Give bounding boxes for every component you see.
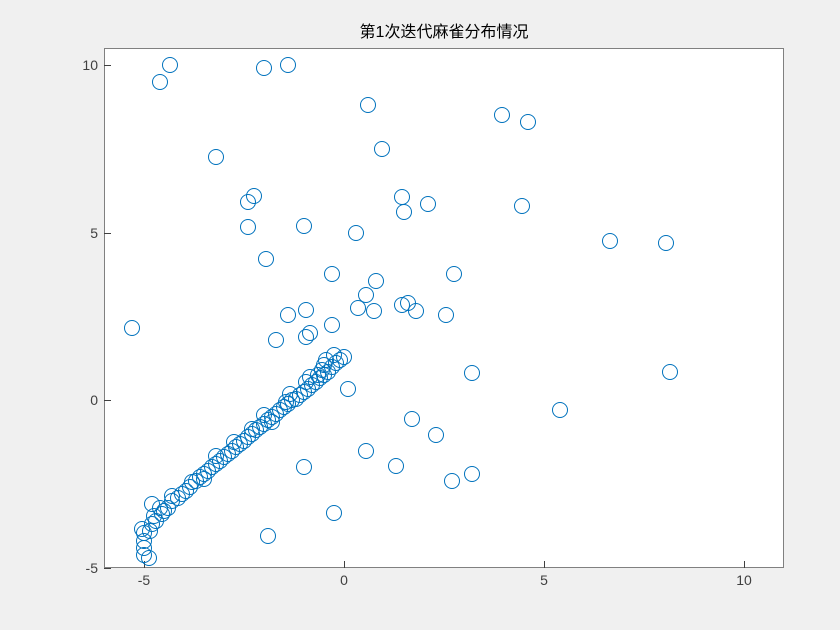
y-tick-label: 5 xyxy=(90,225,98,241)
scatter-point xyxy=(408,303,424,319)
scatter-point xyxy=(280,307,296,323)
scatter-point xyxy=(388,458,404,474)
scatter-point xyxy=(446,266,462,282)
scatter-point xyxy=(428,427,444,443)
scatter-point xyxy=(494,107,510,123)
x-tick-label: -5 xyxy=(138,572,150,588)
scatter-point xyxy=(240,219,256,235)
scatter-point xyxy=(302,325,318,341)
scatter-point xyxy=(208,149,224,165)
scatter-point xyxy=(374,141,390,157)
figure: 第1次迭代麻雀分布情况 -5 0 5 10 -5 0 5 10 xyxy=(0,0,840,630)
scatter-point xyxy=(368,273,384,289)
chart-title: 第1次迭代麻雀分布情况 xyxy=(360,18,529,42)
scatter-point xyxy=(152,74,168,90)
scatter-point xyxy=(438,307,454,323)
y-tick-mark xyxy=(104,400,111,401)
scatter-point xyxy=(124,320,140,336)
y-tick-label: 10 xyxy=(82,57,98,73)
y-tick-label: 0 xyxy=(90,392,98,408)
y-tick-mark xyxy=(104,233,111,234)
scatter-point xyxy=(141,550,157,566)
scatter-point xyxy=(246,188,262,204)
x-tick-label: 5 xyxy=(540,572,548,588)
scatter-point xyxy=(324,317,340,333)
y-tick-label: -5 xyxy=(86,560,98,576)
scatter-point xyxy=(358,443,374,459)
scatter-point xyxy=(282,386,298,402)
scatter-point xyxy=(366,303,382,319)
scatter-point xyxy=(324,266,340,282)
scatter-point xyxy=(358,287,374,303)
scatter-point xyxy=(336,349,352,365)
scatter-point xyxy=(658,235,674,251)
x-tick-mark xyxy=(544,561,545,568)
scatter-point xyxy=(444,473,460,489)
scatter-point xyxy=(296,218,312,234)
scatter-point xyxy=(360,97,376,113)
scatter-point xyxy=(514,198,530,214)
scatter-point xyxy=(552,402,568,418)
scatter-point xyxy=(404,411,420,427)
scatter-point xyxy=(258,251,274,267)
x-tick-mark xyxy=(344,561,345,568)
x-tick-label: 0 xyxy=(340,572,348,588)
scatter-point xyxy=(296,459,312,475)
y-tick-mark xyxy=(104,65,111,66)
scatter-point xyxy=(464,365,480,381)
scatter-point xyxy=(396,204,412,220)
scatter-point xyxy=(394,189,410,205)
scatter-point xyxy=(260,528,276,544)
scatter-point xyxy=(662,364,678,380)
scatter-point xyxy=(464,466,480,482)
x-tick-label: 10 xyxy=(736,572,752,588)
scatter-point xyxy=(348,225,364,241)
scatter-point xyxy=(520,114,536,130)
scatter-point xyxy=(326,505,342,521)
scatter-point xyxy=(256,60,272,76)
y-tick-mark xyxy=(104,568,111,569)
scatter-point xyxy=(298,302,314,318)
x-tick-mark xyxy=(744,561,745,568)
scatter-point xyxy=(420,196,436,212)
scatter-point xyxy=(162,57,178,73)
scatter-point xyxy=(602,233,618,249)
scatter-point xyxy=(268,332,284,348)
scatter-point xyxy=(280,57,296,73)
scatter-point xyxy=(340,381,356,397)
